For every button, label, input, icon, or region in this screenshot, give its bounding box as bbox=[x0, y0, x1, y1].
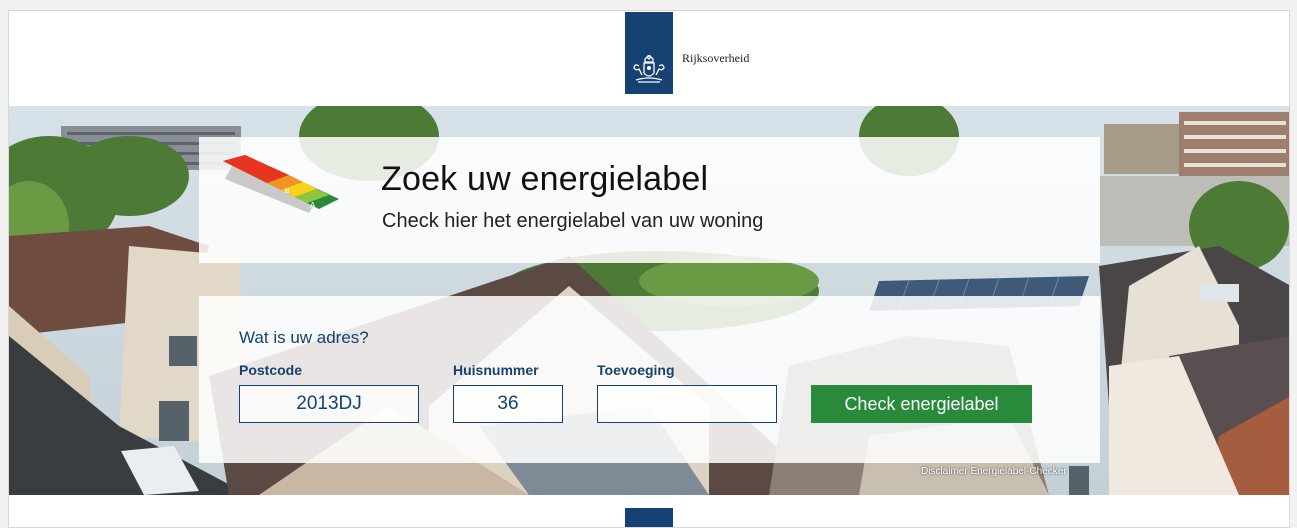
label-letter-a: A bbox=[310, 201, 316, 210]
postcode-label: Postcode bbox=[239, 362, 303, 378]
huisnummer-input[interactable] bbox=[453, 385, 563, 423]
page: Rijksoverheid B A Zoek uw energielabel C… bbox=[8, 10, 1290, 528]
page-title: Zoek uw energielabel bbox=[381, 160, 709, 198]
logo-text: Rijksoverheid bbox=[682, 51, 750, 65]
disclaimer-link[interactable]: Disclaimer Energielabel-Checker bbox=[921, 466, 1067, 477]
page-subtitle: Check hier het energielabel van uw wonin… bbox=[382, 210, 764, 232]
toevoeging-label: Toevoeging bbox=[597, 362, 675, 378]
label-letter-b: B bbox=[285, 188, 290, 195]
rijksoverheid-logo[interactable] bbox=[625, 12, 673, 94]
check-energielabel-button[interactable]: Check energielabel bbox=[811, 385, 1032, 423]
toevoeging-input[interactable] bbox=[597, 385, 777, 423]
huisnummer-label: Huisnummer bbox=[453, 362, 539, 378]
title-panel: B A Zoek uw energielabel Check hier het … bbox=[199, 137, 1100, 263]
energy-label-icon: B A bbox=[223, 155, 339, 213]
footer-logo bbox=[625, 508, 673, 527]
postcode-input[interactable] bbox=[239, 385, 419, 423]
address-form: Wat is uw adres? Postcode Huisnummer Toe… bbox=[199, 296, 1100, 463]
header: Rijksoverheid bbox=[9, 11, 1289, 106]
form-question: Wat is uw adres? bbox=[239, 328, 369, 347]
coat-of-arms-icon bbox=[633, 55, 665, 83]
